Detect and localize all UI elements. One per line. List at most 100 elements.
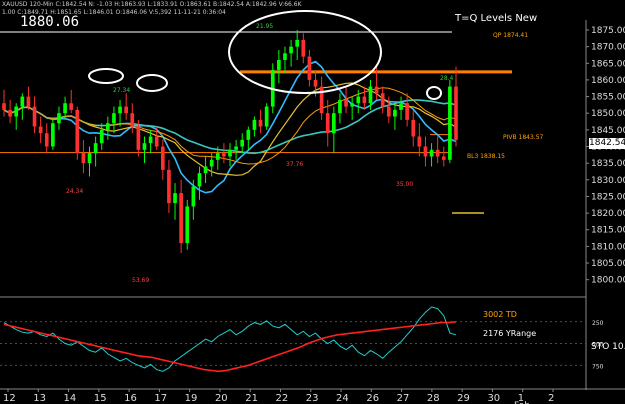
candle-body <box>20 96 25 107</box>
candle <box>51 119 55 150</box>
x-tick-label: 23 <box>306 393 319 404</box>
candle-body <box>338 99 342 114</box>
candle-body <box>380 93 385 107</box>
y-tick-label: 1820.00 <box>591 209 625 219</box>
chart-annotation: QP 1874.41 <box>493 32 528 39</box>
price-display: 1880.06 <box>20 14 80 30</box>
candle-body <box>142 143 147 150</box>
candle-body <box>173 193 177 204</box>
chart-annotation: 27.34 <box>113 87 130 94</box>
candle-body <box>26 96 31 107</box>
y-tick-label: 1815.00 <box>591 226 625 236</box>
candle-body <box>301 39 306 57</box>
candle-body <box>332 113 336 134</box>
candle-body <box>197 173 202 187</box>
candle-body <box>393 109 397 117</box>
candle-body <box>448 86 452 160</box>
x-tick-label: 16 <box>124 393 137 404</box>
candle-body <box>423 146 428 157</box>
candle-body <box>411 119 416 137</box>
candle-body <box>75 109 80 154</box>
candle-body <box>136 126 141 150</box>
x-tick-label: 20 <box>215 393 228 404</box>
chart-annotation: 37.76 <box>286 161 303 168</box>
candle-body <box>307 56 312 80</box>
x-tick-label: 24 <box>336 393 349 404</box>
candle-body <box>215 153 220 160</box>
x-tick-label: 17 <box>154 393 167 404</box>
x-tick-label: 27 <box>397 393 410 404</box>
y-tick-label: 1850.00 <box>591 109 625 119</box>
x-tick-label: 19 <box>185 393 198 404</box>
candle-body <box>222 153 226 157</box>
chart-annotation: 28.4 <box>440 75 454 82</box>
candle-body <box>356 96 361 104</box>
y-tick-label: 1855.00 <box>591 93 625 103</box>
indicator-title: T=Q Levels New <box>455 13 538 24</box>
x-tick-label: 28 <box>427 393 440 404</box>
candle-body <box>454 86 458 140</box>
candle-body <box>209 159 214 167</box>
candle-body <box>289 46 293 54</box>
stochastic-label: STO 10. <box>591 342 625 352</box>
candle-body <box>313 79 318 87</box>
candle-body <box>167 169 171 204</box>
x-tick-label: 13 <box>33 393 46 404</box>
candle-body <box>295 39 300 47</box>
candle-body <box>57 113 61 124</box>
candle-body <box>258 119 263 127</box>
candle-body <box>8 109 12 117</box>
y-tick-label: 1805.00 <box>591 259 625 269</box>
candle-body <box>246 129 251 140</box>
chart-annotation: 35.00 <box>396 181 413 188</box>
candle-body <box>283 53 287 60</box>
candle-body <box>2 103 6 110</box>
y-tick-label: 1825.00 <box>591 192 625 202</box>
candle-body <box>228 149 232 157</box>
candle-body <box>441 156 446 160</box>
x-tick-label: 21 <box>245 393 258 404</box>
candle-body <box>51 123 55 147</box>
candle <box>75 106 80 160</box>
y-tick-label: 1845.00 <box>591 126 625 136</box>
candle-body <box>405 103 409 120</box>
chart-annotation: PIVB 1843.57 <box>503 134 544 141</box>
x-tick-label: 15 <box>94 393 107 404</box>
x-tick-label: 14 <box>64 393 77 404</box>
candle-body <box>118 106 122 114</box>
x-tick-label: 30 <box>487 393 500 404</box>
candle-body <box>154 136 159 147</box>
candle-body <box>435 149 440 157</box>
candle-body <box>277 59 281 70</box>
candle-body <box>87 153 92 164</box>
chart-annotation: 24.34 <box>66 188 83 195</box>
candle <box>448 79 452 164</box>
y-tick-label: 1860.00 <box>591 76 625 86</box>
candle-body <box>106 123 110 130</box>
candle-body <box>14 106 19 117</box>
candle-body <box>32 106 37 127</box>
x-tick-label: 12 <box>3 393 16 404</box>
x-tick-label: 26 <box>366 393 379 404</box>
chart-annotation: 21.95 <box>256 23 273 30</box>
candle <box>185 199 190 250</box>
candle-body <box>325 113 330 134</box>
candle-body <box>203 166 208 174</box>
y-tick-label: 1875.00 <box>591 26 625 36</box>
y-tick-label: 1870.00 <box>591 43 625 53</box>
price-chart: 1875.00 1870.00 1865.00 1860.00 1855.00 1850.… <box>0 0 625 404</box>
stochastic-level-label: 750 <box>592 363 604 370</box>
x-tick-label: 29 <box>457 393 470 404</box>
candle-body <box>38 126 43 134</box>
candle-body <box>63 103 67 114</box>
candle-body <box>44 133 49 147</box>
td-label: 3002 TD <box>483 310 517 319</box>
candle-body <box>362 96 367 104</box>
candle-body <box>240 139 245 147</box>
candle-body <box>234 146 238 150</box>
candle-body <box>319 86 324 114</box>
candle-body <box>112 113 116 124</box>
candle-body <box>368 86 373 104</box>
y-tick-label: 1800.00 <box>591 276 625 286</box>
yrange-label: 2176 YRange <box>483 329 537 338</box>
